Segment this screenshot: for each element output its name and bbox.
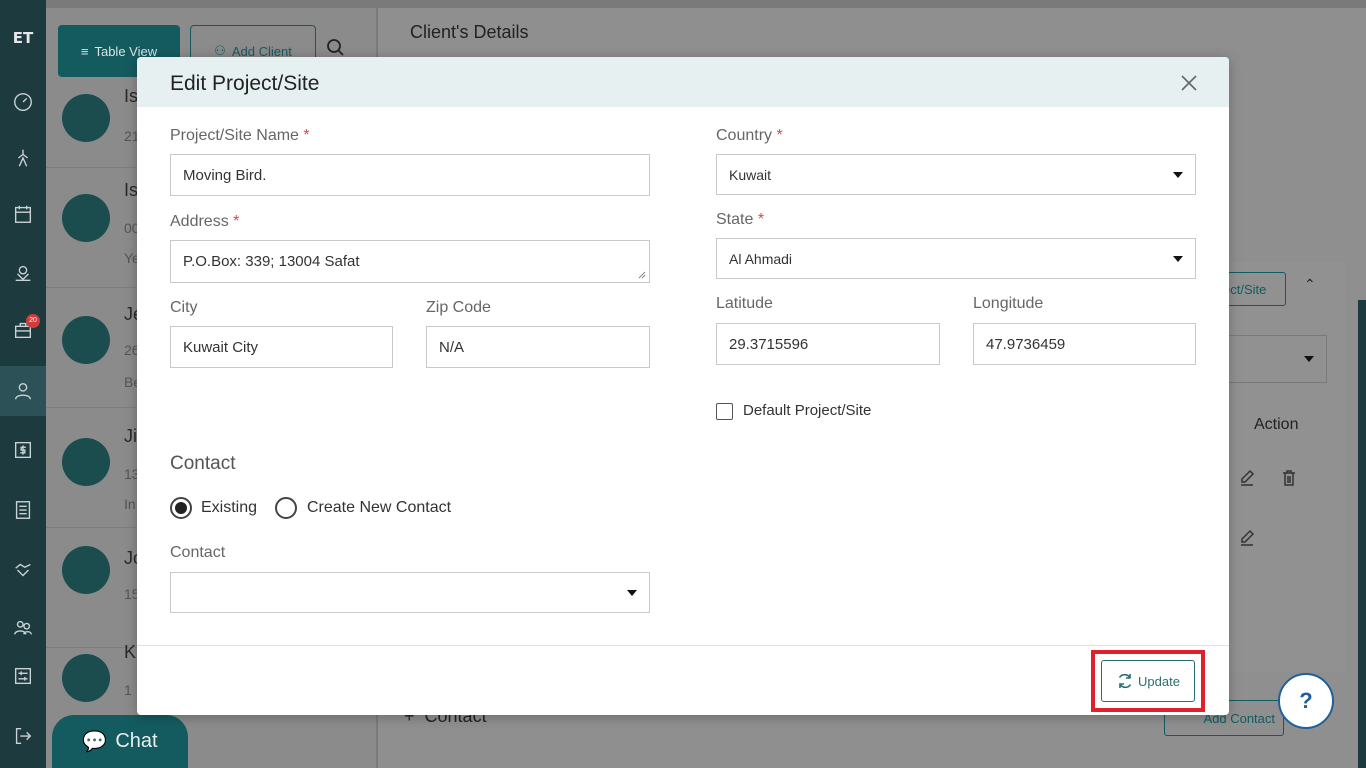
city-input[interactable]: Kuwait City	[170, 326, 393, 368]
app-logo[interactable]: ET	[0, 8, 46, 68]
edit-icon[interactable]	[1238, 528, 1256, 548]
location-icon[interactable]	[0, 252, 46, 292]
users-icon[interactable]	[0, 608, 46, 648]
list-icon[interactable]	[0, 490, 46, 530]
existing-contact-label[interactable]: Existing	[201, 499, 257, 517]
update-button[interactable]: Update	[1101, 660, 1195, 702]
caret-down-icon	[1173, 255, 1183, 262]
projects-select[interactable]	[1220, 335, 1327, 383]
modal-title: Edit Project/Site	[170, 72, 320, 95]
avatar	[62, 94, 110, 142]
clients-icon[interactable]	[0, 366, 46, 416]
caret-down-icon	[1173, 171, 1183, 178]
client-details-title: Client's Details	[410, 22, 529, 42]
add-project-site-button[interactable]: ect/Site	[1220, 272, 1286, 306]
state-select[interactable]: Al Ahmadi	[716, 238, 1196, 279]
client-detail: 1	[124, 682, 132, 698]
default-project-label[interactable]: Default Project/Site	[743, 402, 871, 419]
existing-contact-radio[interactable]	[170, 497, 192, 519]
zip-code-input[interactable]: N/A	[426, 326, 650, 368]
avatar	[62, 654, 110, 702]
briefcase-icon[interactable]: 20	[0, 310, 46, 350]
chevron-up-icon[interactable]: ⌃	[1304, 276, 1316, 293]
default-project-checkbox[interactable]	[716, 403, 733, 420]
client-name: Ji	[124, 426, 137, 446]
chat-button[interactable]: 💬 Chat	[52, 715, 188, 768]
new-contact-label[interactable]: Create New Contact	[307, 499, 451, 517]
avatar	[62, 546, 110, 594]
dashboard-icon[interactable]	[0, 82, 46, 122]
state-label: State *	[716, 211, 765, 228]
handshake-icon[interactable]	[0, 550, 46, 590]
avatar	[62, 316, 110, 364]
footer-divider	[137, 645, 1229, 646]
tools-icon[interactable]	[0, 138, 46, 178]
caret-down-icon	[627, 589, 637, 596]
action-column-header: Action	[1254, 416, 1299, 433]
address-textarea[interactable]: P.O.Box: 339; 13004 Safat	[170, 240, 650, 283]
modal-header: Edit Project/Site	[137, 57, 1229, 107]
edit-project-site-modal: Edit Project/Site Project/Site Name * Mo…	[137, 57, 1229, 715]
contact-field-label: Contact	[170, 544, 226, 561]
close-icon[interactable]	[1177, 71, 1201, 95]
client-detail: In	[124, 496, 136, 512]
caret-down-icon	[1304, 356, 1314, 362]
latitude-input[interactable]: 29.3715596	[716, 323, 940, 365]
project-name-input[interactable]: Moving Bird.	[170, 154, 650, 196]
logout-icon[interactable]	[0, 716, 46, 756]
country-label: Country *	[716, 127, 783, 144]
avatar	[62, 438, 110, 486]
state-selected-value: Al Ahmadi	[729, 250, 793, 267]
invoice-icon[interactable]	[0, 430, 46, 470]
client-name: K	[124, 642, 137, 662]
left-nav-rail: ET 20	[0, 0, 46, 768]
chat-label: Chat	[115, 730, 158, 752]
latitude-label: Latitude	[716, 295, 773, 312]
notification-badge: 20	[26, 314, 40, 328]
calendar-icon[interactable]	[0, 194, 46, 234]
update-label: Update	[1138, 673, 1180, 689]
city-label: City	[170, 299, 198, 316]
avatar	[62, 194, 110, 242]
address-label: Address *	[170, 213, 240, 230]
longitude-label: Longitude	[973, 295, 1044, 312]
chat-bubble-icon: 💬	[82, 731, 108, 753]
zip-code-label: Zip Code	[426, 299, 491, 316]
contact-select[interactable]	[170, 572, 650, 613]
refresh-icon	[1118, 673, 1132, 689]
longitude-input[interactable]: 47.9736459	[973, 323, 1196, 365]
client-name: Is	[124, 86, 139, 106]
help-button[interactable]: ?	[1278, 673, 1334, 729]
edit-icon[interactable]	[1238, 468, 1256, 488]
country-selected-value: Kuwait	[729, 166, 772, 183]
country-select[interactable]: Kuwait	[716, 154, 1196, 195]
contact-section-title: Contact	[170, 453, 236, 474]
resize-handle-icon[interactable]	[638, 271, 646, 279]
project-name-label: Project/Site Name *	[170, 127, 310, 144]
settings-icon[interactable]	[0, 656, 46, 696]
scrollbar	[1358, 300, 1366, 768]
trash-icon[interactable]	[1280, 468, 1298, 488]
new-contact-radio[interactable]	[275, 497, 297, 519]
client-name: Is	[124, 180, 139, 200]
